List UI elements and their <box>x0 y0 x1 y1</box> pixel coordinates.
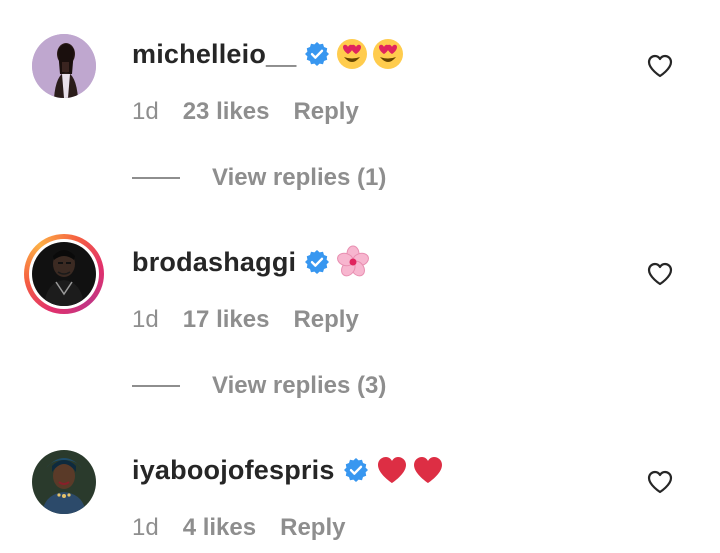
heart-eyes-emoji-icon <box>336 37 406 71</box>
username[interactable]: iyaboojofespris <box>132 455 335 486</box>
username-line: brodashaggi <box>132 244 370 280</box>
comment-likes[interactable]: 17 likes <box>183 306 270 334</box>
divider-line <box>132 385 180 387</box>
verified-badge-icon <box>343 457 369 483</box>
comment-meta: 1d 4 likes Reply <box>132 514 345 542</box>
verified-badge-icon <box>304 249 330 275</box>
story-ring[interactable] <box>24 234 104 314</box>
view-replies-button[interactable]: View replies (1) <box>132 164 386 192</box>
comment-time: 1d <box>132 98 159 125</box>
avatar[interactable] <box>32 242 96 306</box>
reply-button[interactable]: Reply <box>280 514 345 542</box>
cherry-blossom-emoji-icon <box>336 245 370 279</box>
avatar-image <box>32 242 96 306</box>
red-heart-emoji-icon <box>375 453 445 487</box>
avatar[interactable] <box>32 34 96 98</box>
username-line: iyaboojofespris <box>132 452 445 488</box>
reply-button[interactable]: Reply <box>293 306 358 334</box>
view-replies-button[interactable]: View replies (3) <box>132 372 386 400</box>
comment-time: 1d <box>132 514 159 541</box>
view-replies-label: View replies (3) <box>212 372 387 399</box>
avatar[interactable] <box>32 450 96 514</box>
comment-likes[interactable]: 23 likes <box>183 98 270 126</box>
comment-meta: 1d 23 likes Reply <box>132 98 359 126</box>
heart-outline-icon[interactable] <box>646 468 674 496</box>
username[interactable]: brodashaggi <box>132 247 296 278</box>
comment-likes[interactable]: 4 likes <box>183 514 256 542</box>
avatar-image <box>32 34 96 98</box>
heart-outline-icon[interactable] <box>646 52 674 80</box>
reply-button[interactable]: Reply <box>293 98 358 126</box>
comment-time: 1d <box>132 306 159 333</box>
verified-badge-icon <box>304 41 330 67</box>
comment-meta: 1d 17 likes Reply <box>132 306 359 334</box>
heart-outline-icon[interactable] <box>646 260 674 288</box>
view-replies-label: View replies (1) <box>212 164 387 191</box>
username[interactable]: michelleio__ <box>132 39 296 70</box>
divider-line <box>132 177 180 179</box>
username-line: michelleio__ <box>132 36 406 72</box>
avatar-image <box>32 450 96 514</box>
